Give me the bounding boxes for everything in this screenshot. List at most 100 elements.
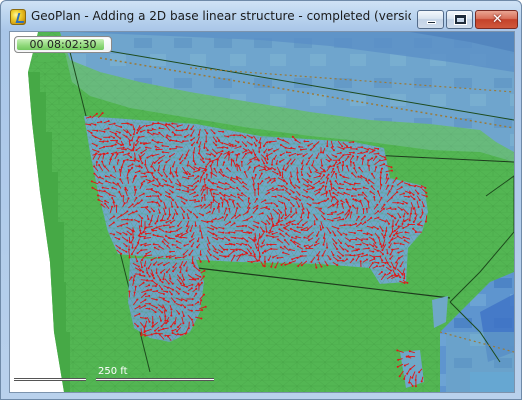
velocity-arrow-head (188, 173, 191, 176)
velocity-arrow-head (352, 246, 355, 249)
velocity-arrow-head (296, 256, 299, 259)
velocity-arrow-head (209, 189, 212, 192)
velocity-arrow-head (233, 243, 236, 246)
velocity-arrow-head (342, 254, 344, 257)
velocity-arrow-head (213, 167, 216, 170)
velocity-arrow-head (339, 161, 341, 164)
velocity-arrow-head (338, 216, 341, 219)
velocity-arrow-head (140, 332, 143, 335)
velocity-arrow-head (298, 205, 301, 208)
velocity-arrow-head (331, 145, 334, 148)
velocity-arrow-head (152, 233, 155, 236)
velocity-arrow-head (155, 332, 157, 335)
velocity-arrow-head (210, 201, 213, 204)
velocity-arrow-head (134, 247, 137, 249)
velocity-arrow-head (291, 223, 294, 226)
velocity-arrow-head (144, 232, 147, 235)
maximize-button[interactable] (446, 10, 473, 29)
velocity-arrow-head (253, 156, 256, 159)
geoplan-app-icon[interactable] (10, 9, 26, 25)
map-view[interactable]: 00 08:02:30 50 m 250 ft (9, 31, 515, 393)
velocity-arrow-head (221, 251, 224, 253)
velocity-arrow-head (185, 269, 188, 272)
velocity-arrow-head (224, 188, 227, 191)
velocity-arrow-head (401, 180, 404, 183)
velocity-arrow-head (292, 191, 295, 194)
simulation-time-display[interactable]: 00 08:02:30 (14, 36, 112, 53)
map-canvas[interactable] (10, 32, 514, 392)
velocity-arrow-head (307, 144, 310, 147)
minimize-button[interactable] (417, 10, 444, 29)
velocity-arrow-head (345, 200, 348, 203)
velocity-arrow-head (212, 192, 215, 195)
velocity-arrow-head (406, 372, 409, 375)
velocity-arrow-head (268, 141, 271, 144)
velocity-arrow-head (212, 228, 215, 231)
velocity-arrow-head (153, 277, 156, 280)
velocity-arrow-head (361, 252, 364, 255)
velocity-arrow-head (318, 191, 321, 194)
velocity-arrow-head (272, 256, 275, 259)
velocity-arrow-head (96, 194, 99, 197)
velocity-arrow-head (103, 165, 106, 168)
velocity-arrow-head (381, 167, 383, 170)
velocity-arrow-head (381, 249, 384, 252)
velocity-arrow-head (408, 350, 411, 353)
velocity-arrow-head (236, 178, 239, 180)
velocity-arrow-head (391, 185, 394, 187)
velocity-arrow-head (341, 145, 344, 148)
velocity-arrow-head (266, 243, 269, 246)
velocity-arrow-head (137, 265, 140, 268)
velocity-arrow-head (112, 166, 115, 168)
velocity-arrow-head (89, 115, 92, 118)
velocity-arrow-head (266, 162, 269, 164)
velocity-arrow-head (171, 205, 174, 208)
velocity-arrow-head (95, 161, 98, 163)
velocity-arrow-head (165, 309, 167, 312)
velocity-arrow-head (165, 230, 168, 233)
velocity-arrow-head (232, 200, 234, 203)
velocity-arrow-head (377, 261, 380, 264)
velocity-arrow-head (309, 204, 312, 207)
velocity-arrow-head (178, 312, 181, 315)
velocity-arrow-head (206, 149, 209, 152)
velocity-arrow-head (266, 141, 269, 144)
velocity-arrow-head (279, 232, 282, 235)
title-bar[interactable]: GeoPlan - Adding a 2D base linear struct… (1, 1, 521, 31)
velocity-arrow-head (138, 312, 141, 315)
velocity-arrow-head (259, 146, 262, 149)
velocity-arrow-head (200, 281, 203, 284)
velocity-arrow-head (308, 175, 311, 178)
velocity-arrow-head (250, 215, 253, 218)
velocity-arrow-head (403, 277, 406, 280)
velocity-arrow-head (189, 229, 192, 232)
velocity-arrow-head (130, 233, 133, 236)
velocity-arrow-head (414, 212, 417, 215)
velocity-arrow-head (282, 139, 285, 142)
velocity-arrow-head (190, 144, 193, 147)
velocity-arrow-head (382, 253, 384, 256)
velocity-arrow-head (244, 152, 247, 155)
velocity-arrow-head (185, 299, 188, 302)
velocity-arrow-head (198, 145, 201, 148)
velocity-arrow-head (307, 216, 310, 219)
velocity-arrow-head (157, 329, 160, 332)
velocity-arrow-head (302, 155, 305, 157)
velocity-arrow-head (146, 156, 149, 159)
velocity-arrow-head (243, 171, 246, 173)
velocity-arrow-head (329, 165, 332, 168)
velocity-arrow-head (171, 191, 174, 194)
velocity-arrow-head (245, 243, 248, 246)
close-button[interactable]: ✕ (475, 10, 518, 29)
velocity-arrow-head (175, 140, 178, 142)
velocity-arrow-head (176, 246, 179, 249)
velocity-arrow-head (192, 324, 195, 327)
velocity-arrow-head (251, 176, 254, 179)
velocity-arrow-head (197, 175, 200, 178)
velocity-arrow-head (140, 151, 143, 154)
velocity-arrow-head (99, 138, 102, 141)
velocity-arrow-head (312, 198, 314, 201)
velocity-arrow-head (345, 198, 348, 201)
velocity-arrow-head (290, 239, 293, 242)
velocity-arrow-head (165, 271, 168, 274)
